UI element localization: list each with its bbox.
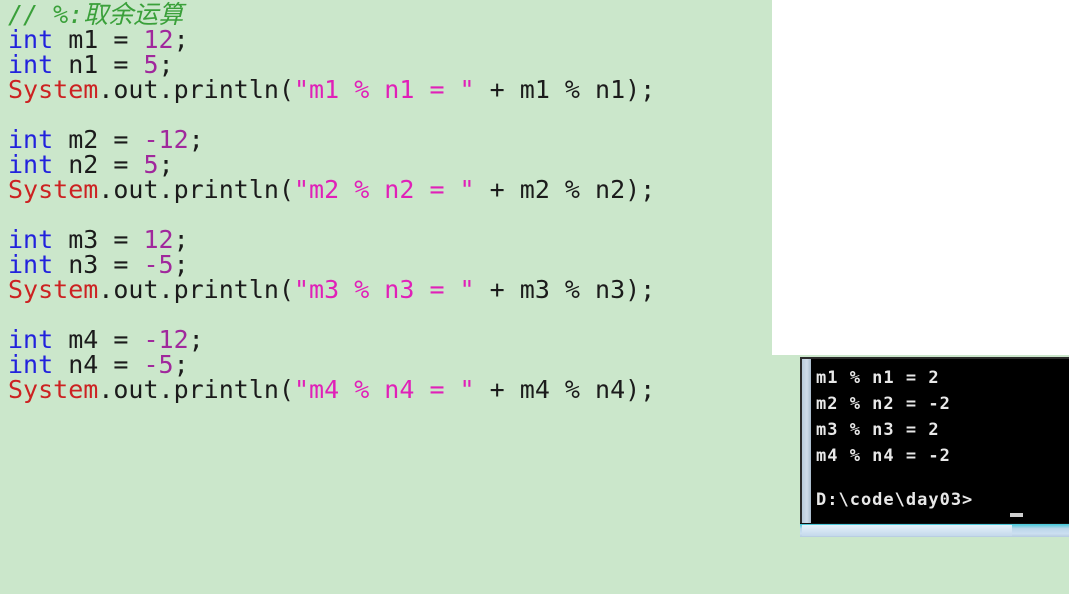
console-scrollbar-thumb[interactable] xyxy=(802,525,1012,536)
code-token: "m2 % n2 = " xyxy=(293,175,475,204)
code-line: System.out.println("m1 % n1 = " + m1 % n… xyxy=(8,77,655,102)
white-background-region xyxy=(772,0,1069,355)
code-editor-pane[interactable]: // %:取余运算 int m1 = 12; int n1 = 5; System.o… xyxy=(0,0,772,594)
code-line: int m4 = -12; xyxy=(8,327,204,352)
code-token: "m1 % n1 = " xyxy=(293,75,475,104)
code-token: ; xyxy=(188,325,204,354)
console-window[interactable]: m1 % n1 = 2 m2 % n2 = -2 m3 % n3 = 2 m4 % n… xyxy=(800,357,1069,535)
code-token: + m2 % n2); xyxy=(474,175,656,204)
console-output-line: m2 % n2 = -2 xyxy=(816,394,951,414)
code-token: .out.println( xyxy=(98,175,294,204)
code-token: System xyxy=(8,275,99,304)
console-prompt: D:\code\day03> xyxy=(816,490,974,510)
code-token: ; xyxy=(188,125,204,154)
code-line: System.out.println("m4 % n4 = " + m4 % n… xyxy=(8,377,655,402)
code-token: "m4 % n4 = " xyxy=(293,375,475,404)
console-left-bevel xyxy=(802,359,811,533)
code-token: + m4 % n4); xyxy=(474,375,656,404)
code-line: int n1 = 5; xyxy=(8,52,174,77)
code-line: int m1 = 12; xyxy=(8,27,189,52)
code-line: int n3 = -5; xyxy=(8,252,189,277)
code-line: int n4 = -5; xyxy=(8,352,189,377)
code-token: "m3 % n3 = " xyxy=(293,275,475,304)
code-line: System.out.println("m3 % n3 = " + m3 % n… xyxy=(8,277,655,302)
code-line: int n2 = 5; xyxy=(8,152,174,177)
code-line: // %:取余运算 xyxy=(8,2,183,27)
code-line: int m3 = 12; xyxy=(8,227,189,252)
code-token: + m3 % n3); xyxy=(474,275,656,304)
code-token: .out.println( xyxy=(98,375,294,404)
code-token: System xyxy=(8,75,99,104)
code-line: int m2 = -12; xyxy=(8,127,204,152)
code-token: .out.println( xyxy=(98,275,294,304)
code-token: .out.println( xyxy=(98,75,294,104)
console-output-line: m1 % n1 = 2 xyxy=(816,368,940,388)
code-line: System.out.println("m2 % n2 = " + m2 % n… xyxy=(8,177,655,202)
console-output-line: m3 % n3 = 2 xyxy=(816,420,940,440)
code-token: System xyxy=(8,175,99,204)
console-output-text: m1 % n1 = 2 m2 % n2 = -2 m3 % n3 = 2 m4 % n… xyxy=(816,365,1067,513)
console-output-line: m4 % n4 = -2 xyxy=(816,446,951,466)
code-token: System xyxy=(8,375,99,404)
code-token: ; xyxy=(173,25,189,54)
screenshot-root: // %:取余运算 int m1 = 12; int n1 = 5; System.o… xyxy=(0,0,1069,594)
console-caret xyxy=(1010,513,1023,517)
code-token: + m1 % n1); xyxy=(474,75,656,104)
console-horizontal-scrollbar[interactable] xyxy=(800,523,1069,537)
